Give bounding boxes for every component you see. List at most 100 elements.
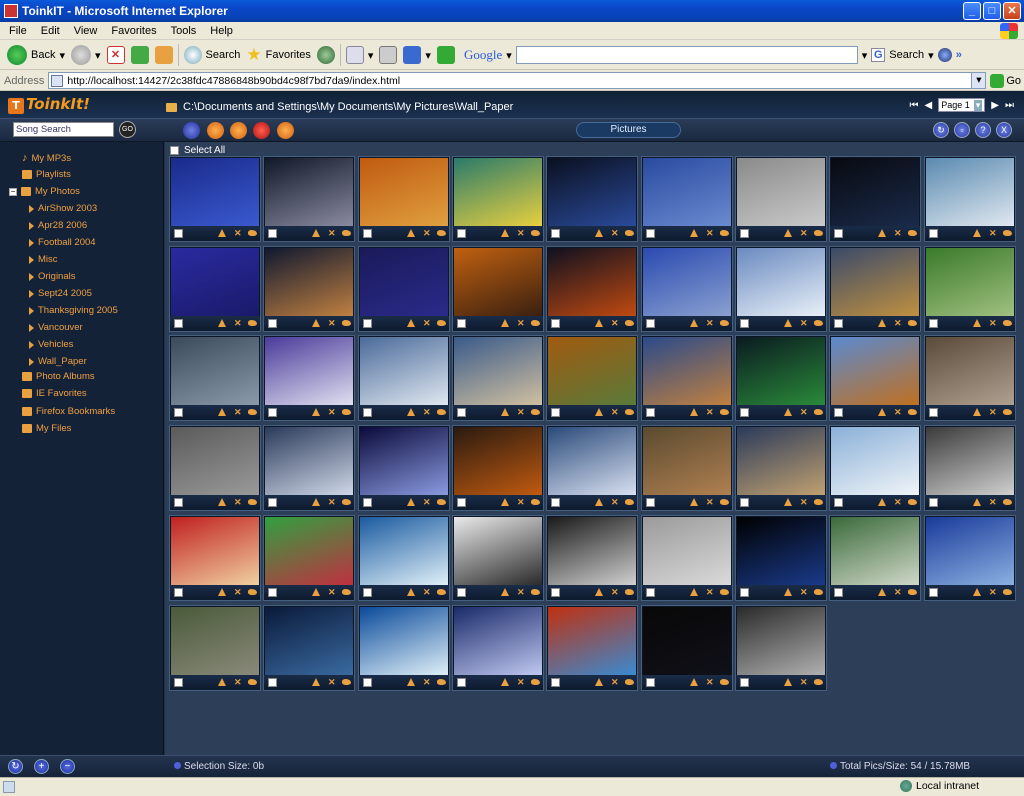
picture-checkbox[interactable] xyxy=(268,498,277,507)
picture-checkbox[interactable] xyxy=(174,678,183,687)
edit-tile-icon[interactable] xyxy=(720,499,729,505)
edit-tile-icon[interactable] xyxy=(814,230,823,236)
upload-icon[interactable] xyxy=(312,408,320,416)
edit-tile-icon[interactable] xyxy=(531,320,540,326)
picture-checkbox[interactable] xyxy=(740,408,749,417)
sidebar-item-misc[interactable]: Misc xyxy=(29,254,58,265)
zoom-in-icon[interactable]: + xyxy=(34,759,49,774)
picture-checkbox[interactable] xyxy=(740,498,749,507)
picture-tile[interactable]: ✕ xyxy=(358,515,450,601)
edit-tile-icon[interactable] xyxy=(342,230,351,236)
forward-button[interactable]: ▾ xyxy=(68,43,104,67)
edit-tile-icon[interactable] xyxy=(908,499,917,505)
picture-thumbnail[interactable] xyxy=(548,158,636,226)
edit-tile-icon[interactable] xyxy=(437,499,446,505)
picture-thumbnail[interactable] xyxy=(737,517,825,585)
picture-thumbnail[interactable] xyxy=(926,248,1014,316)
edit-tile-icon[interactable] xyxy=(625,679,634,685)
delete-icon[interactable]: ✕ xyxy=(800,678,808,687)
picture-checkbox[interactable] xyxy=(551,229,560,238)
picture-tile[interactable]: ✕ xyxy=(452,605,544,691)
history-button[interactable] xyxy=(314,43,338,67)
edit-tile-icon[interactable] xyxy=(1003,499,1012,505)
upload-icon[interactable] xyxy=(501,319,509,327)
upload-icon[interactable] xyxy=(784,229,792,237)
picture-thumbnail[interactable] xyxy=(171,337,259,405)
close-button[interactable]: ✕ xyxy=(1003,2,1021,20)
picture-checkbox[interactable] xyxy=(551,588,560,597)
delete-icon[interactable]: ✕ xyxy=(989,319,997,328)
address-input[interactable]: http://localhost:14427/2c38fdc47886848b9… xyxy=(48,72,987,89)
edit-tile-icon[interactable] xyxy=(342,409,351,415)
upload-icon[interactable] xyxy=(407,229,415,237)
picture-tile[interactable]: ✕ xyxy=(452,335,544,421)
picture-thumbnail[interactable] xyxy=(831,158,919,226)
menu-favorites[interactable]: Favorites xyxy=(104,25,163,37)
delete-icon[interactable]: ✕ xyxy=(234,588,242,597)
picture-thumbnail[interactable] xyxy=(548,517,636,585)
picture-tile[interactable]: ✕ xyxy=(924,246,1016,332)
page-select[interactable]: Page 1 ▾ xyxy=(938,98,986,112)
delete-icon[interactable]: ✕ xyxy=(328,678,336,687)
delete-icon[interactable]: ✕ xyxy=(894,588,902,597)
song-search-input[interactable]: Song Search xyxy=(13,122,114,137)
edit-tile-icon[interactable] xyxy=(814,409,823,415)
picture-tile[interactable]: ✕ xyxy=(735,425,827,511)
picture-thumbnail[interactable] xyxy=(548,607,636,675)
upload-icon[interactable] xyxy=(312,229,320,237)
picture-checkbox[interactable] xyxy=(646,229,655,238)
delete-icon[interactable]: ✕ xyxy=(800,229,808,238)
edit-tile-icon[interactable] xyxy=(248,320,257,326)
picture-checkbox[interactable] xyxy=(174,498,183,507)
picture-tile[interactable]: ✕ xyxy=(263,425,355,511)
menu-edit[interactable]: Edit xyxy=(34,25,67,37)
delete-icon[interactable]: ✕ xyxy=(423,678,431,687)
picture-tile[interactable]: ✕ xyxy=(263,605,355,691)
edit-tile-icon[interactable] xyxy=(342,679,351,685)
picture-tile[interactable]: ✕ xyxy=(641,246,733,332)
picture-tile[interactable]: ✕ xyxy=(263,515,355,601)
edit-tile-icon[interactable] xyxy=(814,499,823,505)
delete-icon[interactable]: ✕ xyxy=(423,319,431,328)
sidebar-item-football-2004[interactable]: Football 2004 xyxy=(29,237,96,248)
picture-thumbnail[interactable] xyxy=(548,427,636,495)
delete-icon[interactable]: ✕ xyxy=(989,408,997,417)
delete-icon[interactable]: ✕ xyxy=(328,498,336,507)
edit-tile-icon[interactable] xyxy=(437,409,446,415)
picture-checkbox[interactable] xyxy=(551,678,560,687)
picture-checkbox[interactable] xyxy=(646,319,655,328)
picture-checkbox[interactable] xyxy=(174,588,183,597)
upload-icon[interactable] xyxy=(501,408,509,416)
upload-icon[interactable] xyxy=(973,229,981,237)
picture-tile[interactable]: ✕ xyxy=(358,335,450,421)
picture-thumbnail[interactable] xyxy=(171,607,259,675)
picture-tile[interactable]: ✕ xyxy=(263,335,355,421)
delete-icon[interactable]: ✕ xyxy=(328,319,336,328)
picture-thumbnail[interactable] xyxy=(360,158,448,226)
picture-tile[interactable]: ✕ xyxy=(829,515,921,601)
picture-checkbox[interactable] xyxy=(929,408,938,417)
more-chevron-icon[interactable]: » xyxy=(956,49,962,61)
menu-help[interactable]: Help xyxy=(203,25,240,37)
upload-icon[interactable] xyxy=(878,229,886,237)
picture-checkbox[interactable] xyxy=(929,588,938,597)
upload-icon[interactable] xyxy=(595,498,603,506)
picture-tile[interactable]: ✕ xyxy=(169,425,261,511)
picture-checkbox[interactable] xyxy=(174,319,183,328)
delete-icon[interactable]: ✕ xyxy=(706,408,714,417)
close-app-icon[interactable]: X xyxy=(996,122,1012,138)
edit-tile-icon[interactable] xyxy=(248,230,257,236)
sidebar-item-vehicles[interactable]: Vehicles xyxy=(29,339,73,350)
edit-tile-icon[interactable] xyxy=(1003,320,1012,326)
sidebar-item-vancouver[interactable]: Vancouver xyxy=(29,322,83,333)
picture-checkbox[interactable] xyxy=(646,588,655,597)
picture-checkbox[interactable] xyxy=(174,229,183,238)
picture-checkbox[interactable] xyxy=(363,498,372,507)
picture-checkbox[interactable] xyxy=(363,408,372,417)
playlist-icon[interactable] xyxy=(183,122,200,139)
minimize-button[interactable]: _ xyxy=(963,2,981,20)
delete-icon[interactable]: ✕ xyxy=(517,319,525,328)
picture-tile[interactable]: ✕ xyxy=(829,246,921,332)
picture-tile[interactable]: ✕ xyxy=(924,335,1016,421)
picture-tile[interactable]: ✕ xyxy=(546,156,638,242)
